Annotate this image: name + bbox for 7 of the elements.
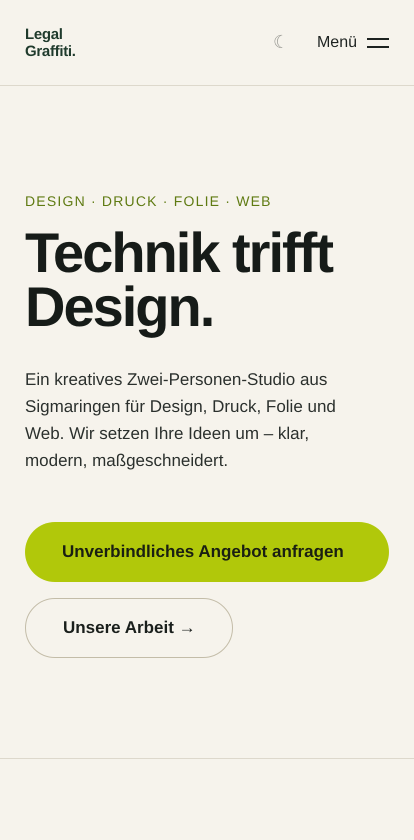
logo[interactable]: Legal Graffiti. bbox=[25, 26, 76, 60]
menu-icon bbox=[367, 38, 389, 48]
work-button[interactable]: Unsere Arbeit → bbox=[25, 598, 233, 658]
cta-button[interactable]: Unverbindliches Angebot anfragen bbox=[25, 522, 389, 582]
hero-paragraph: Ein kreatives Zwei-Personen-Studio aus Sigmaringen für Design, Druck, Folie und Web. Wir setzen Ihre Ideen um – klar, modern, maßgeschneidert. bbox=[25, 369, 337, 472]
eyebrow-text: DESIGN · DRUCK · FOLIE · WEB bbox=[25, 192, 273, 211]
menu-button[interactable]: Menü bbox=[316, 30, 389, 54]
